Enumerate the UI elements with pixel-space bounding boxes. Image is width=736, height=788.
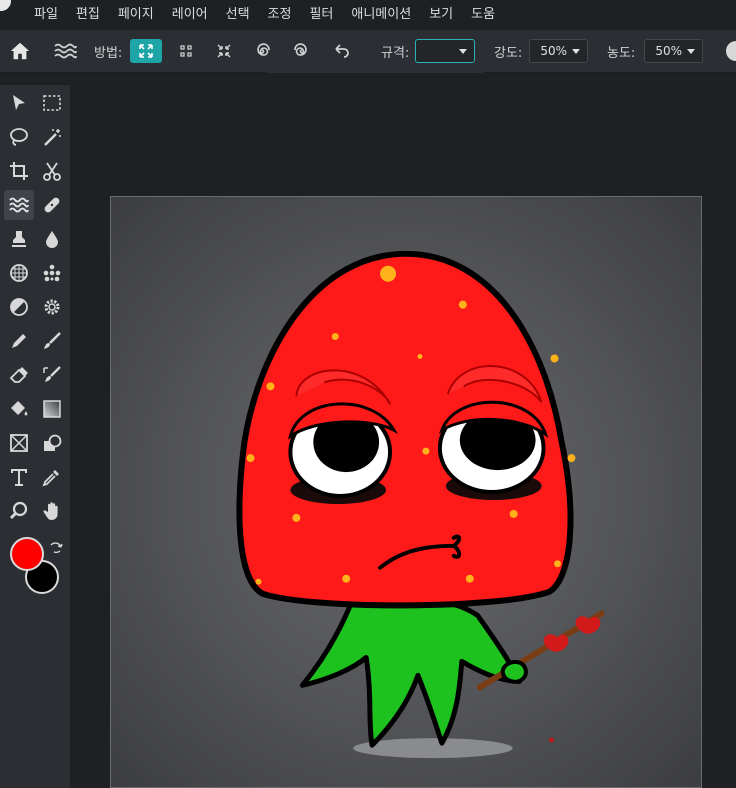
menu-animation[interactable]: 애니메이션: [342, 0, 420, 30]
menu-filter[interactable]: 필터: [300, 0, 342, 30]
pencil-tool[interactable]: [4, 326, 34, 356]
move-icon: [13, 95, 25, 110]
cut-tool[interactable]: [37, 156, 67, 186]
eraser-tool[interactable]: [4, 360, 34, 390]
home-icon[interactable]: [9, 40, 31, 62]
bloat-icon: [180, 45, 192, 57]
twirl-ccw-button[interactable]: [286, 39, 318, 63]
eyedropper-icon: [42, 470, 59, 487]
gradient-icon: [43, 400, 61, 418]
density-value: 50%: [655, 44, 682, 58]
overflow-knob[interactable]: [726, 41, 736, 61]
dots-icon: [43, 264, 61, 282]
chevron-down-icon: [572, 49, 580, 54]
menu-help[interactable]: 도움: [462, 0, 504, 30]
menu-select[interactable]: 선택: [217, 0, 259, 30]
density-label: 농도:: [607, 46, 636, 61]
image-canvas[interactable]: [110, 196, 702, 788]
eraser-icon: [9, 367, 28, 383]
scissors-icon: [43, 162, 61, 181]
spiral-ccw-icon: [294, 43, 307, 56]
eyedropper-tool[interactable]: [37, 462, 67, 492]
move-tool[interactable]: [4, 88, 34, 118]
chevron-down-icon: [687, 49, 695, 54]
gear-icon: [44, 299, 60, 315]
healing-bandage-icon: [44, 197, 60, 213]
gradient-tool[interactable]: [37, 394, 67, 424]
pinch-button[interactable]: [208, 39, 240, 63]
menu-page[interactable]: 페이지: [109, 0, 163, 30]
bloat-button[interactable]: [170, 39, 202, 63]
blur-tool[interactable]: [37, 224, 67, 254]
zoom-icon: [9, 501, 28, 520]
liquify-tool[interactable]: [4, 190, 34, 220]
text-icon: [11, 469, 27, 486]
strength-value: 50%: [540, 44, 567, 58]
brush-tool[interactable]: [37, 326, 67, 356]
dodge-burn-icon: [10, 298, 28, 316]
healing-tool[interactable]: [37, 190, 67, 220]
menu-adjust[interactable]: 조정: [259, 0, 301, 30]
menu-edit[interactable]: 편집: [67, 0, 109, 30]
strawberry-character-artwork: [236, 250, 605, 759]
expand-arrows-icon: [139, 44, 153, 58]
density-select[interactable]: 50%: [644, 39, 703, 63]
dodge-burn-tool[interactable]: [4, 292, 34, 322]
menu-items: 파일 편집 페이지 레이어 선택 조정 필터 애니메이션 보기 도움: [25, 0, 504, 30]
settings-tool[interactable]: [37, 292, 67, 322]
clone-stamp-icon: [12, 231, 26, 247]
undo-icon: [335, 44, 349, 58]
strength-select[interactable]: 50%: [529, 39, 588, 63]
object-tool[interactable]: [37, 428, 67, 458]
blur-drop-icon: [46, 231, 58, 248]
shape-icon: [10, 434, 28, 452]
options-bar: 방법: 규격: 강도: 50% 농도: 50%: [0, 30, 736, 73]
foreground-color-swatch[interactable]: [10, 537, 44, 571]
crop-tool[interactable]: [4, 156, 34, 186]
marquee-icon: [43, 95, 61, 111]
lasso-tool[interactable]: [4, 122, 34, 152]
push-button[interactable]: [130, 39, 162, 63]
method-label: 방법:: [94, 46, 123, 61]
magic-wand-tool[interactable]: [37, 122, 67, 152]
text-tool[interactable]: [4, 462, 34, 492]
lasso-icon: [10, 128, 28, 146]
sponge-tool[interactable]: [4, 258, 34, 288]
color-replace-icon: [43, 366, 61, 382]
liquify-icon: [9, 197, 29, 213]
tool-panel: [0, 85, 70, 788]
liquify-tool-icon: [54, 43, 77, 59]
marquee-tool[interactable]: [37, 88, 67, 118]
clone-stamp-tool[interactable]: [4, 224, 34, 254]
twirl-cw-button[interactable]: [246, 39, 278, 63]
pinch-icon: [217, 44, 231, 58]
menu-bar: 파일 편집 페이지 레이어 선택 조정 필터 애니메이션 보기 도움: [0, 0, 736, 30]
object-icon: [44, 434, 62, 451]
swap-colors-icon[interactable]: [48, 540, 64, 556]
scale-select[interactable]: [415, 39, 475, 63]
pencil-icon: [12, 334, 26, 348]
hand-tool[interactable]: [37, 496, 67, 526]
menu-layer[interactable]: 레이어: [163, 0, 217, 30]
spiral-cw-icon: [257, 43, 270, 56]
corner-button[interactable]: [0, 0, 11, 11]
chevron-down-icon: [459, 49, 467, 54]
hand-icon: [43, 502, 58, 520]
sponge-icon: [10, 264, 28, 282]
magic-wand-icon: [44, 129, 61, 146]
crop-icon: [10, 162, 28, 180]
restore-button[interactable]: [325, 39, 357, 63]
shape-tool[interactable]: [4, 428, 34, 458]
dots-tool[interactable]: [37, 258, 67, 288]
color-replace-tool[interactable]: [37, 360, 67, 390]
brush-icon: [44, 332, 61, 349]
zoom-tool[interactable]: [4, 496, 34, 526]
paint-bucket-tool[interactable]: [4, 394, 34, 424]
scale-label: 규격:: [381, 46, 410, 61]
paint-bucket-icon: [11, 401, 28, 416]
menu-file[interactable]: 파일: [25, 0, 67, 30]
menu-view[interactable]: 보기: [420, 0, 462, 30]
strength-label: 강도:: [494, 46, 523, 61]
